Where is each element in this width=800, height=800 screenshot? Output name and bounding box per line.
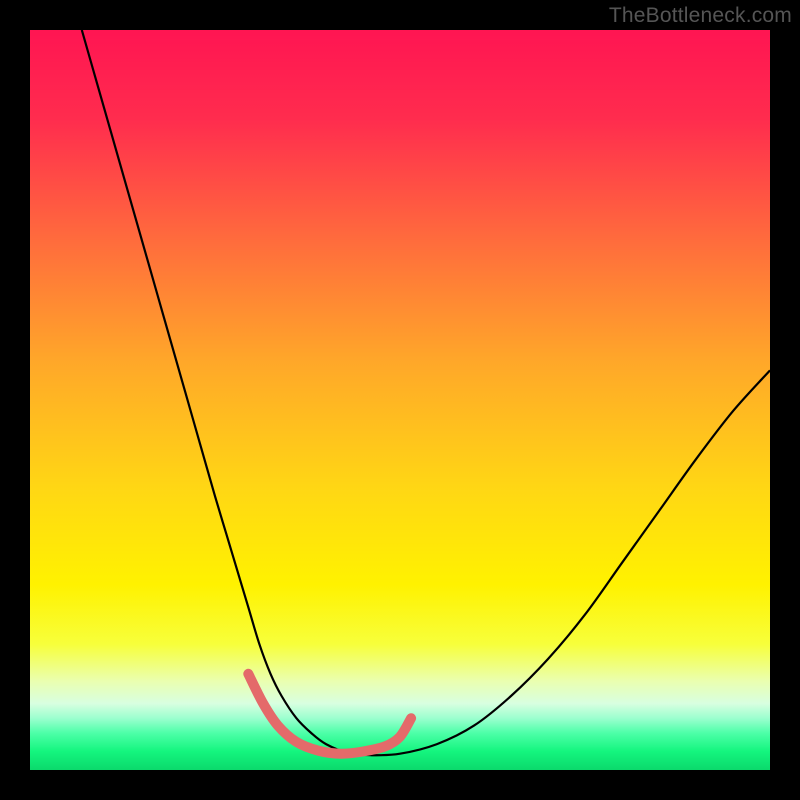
watermark-text: TheBottleneck.com: [609, 4, 792, 28]
chart-frame: TheBottleneck.com: [0, 0, 800, 800]
bottleneck-curve: [82, 30, 770, 755]
highlight-dip: [248, 674, 411, 754]
curve-layer: [30, 30, 770, 770]
plot-area: [30, 30, 770, 770]
